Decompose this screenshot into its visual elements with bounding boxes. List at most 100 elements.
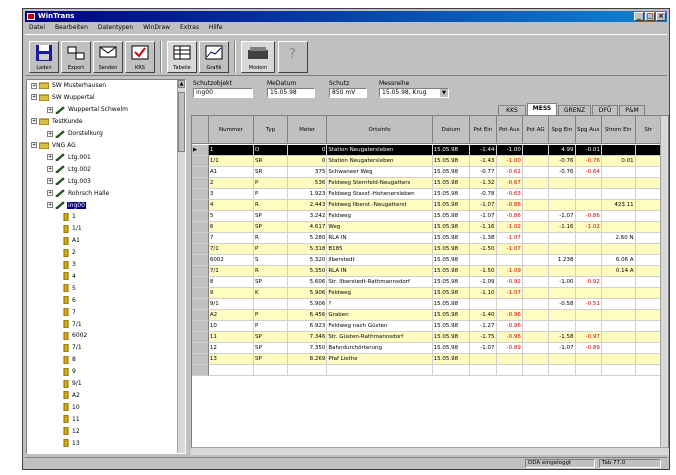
cell-ortsinfo-3[interactable]: Feldweg Stassf.-Hohenerxleben: [327, 189, 433, 200]
cell-pot-aus-6[interactable]: -0.96: [496, 332, 523, 343]
cell-spg-ein-8[interactable]: -1.58: [549, 332, 576, 343]
cell-datum-4[interactable]: 15.05.98: [432, 211, 471, 222]
cell-spg-aus-9[interactable]: -0.51: [575, 299, 602, 310]
cell-meter-2[interactable]: 6.456: [287, 310, 328, 321]
cell-str-11[interactable]: [635, 299, 662, 310]
cell-typ-1[interactable]: [254, 299, 288, 310]
cell-datum-4[interactable]: 15.05.98: [432, 354, 471, 365]
tab-mess[interactable]: MESS: [527, 103, 557, 115]
cell-nummer-0[interactable]: 7: [208, 233, 255, 244]
cell-str-11[interactable]: [635, 156, 662, 167]
cell-ortsinfo-3[interactable]: Feldweg nach Güsten: [327, 321, 433, 332]
cell-datum-4[interactable]: 15.05.98: [432, 244, 471, 255]
minimize-button[interactable]: _: [634, 12, 644, 21]
cell-pot-ag-7[interactable]: [522, 255, 550, 266]
row-indicator[interactable]: [192, 255, 209, 266]
cell-pot-ein-5[interactable]: -1.50: [470, 266, 497, 277]
tree-node[interactable]: 1/1: [63, 224, 83, 233]
cell-spg-aus-9[interactable]: -0.01: [575, 145, 602, 156]
cell-nummer-0[interactable]: 1/1: [208, 156, 255, 167]
cell-pot-ein-5[interactable]: -1.07: [470, 211, 497, 222]
expand-toggle-icon[interactable]: +: [47, 202, 53, 208]
tree-node[interactable]: 7: [63, 308, 77, 317]
cell-pot-aus-6[interactable]: [496, 354, 523, 365]
row-indicator[interactable]: ▶: [192, 145, 209, 156]
row-indicator[interactable]: [192, 222, 209, 233]
tree-node[interactable]: + Ltg.003: [47, 177, 92, 186]
cell-spg-ein-8[interactable]: -1.07: [549, 211, 576, 222]
help-button[interactable]: ?: [278, 41, 308, 73]
cell-pot-ag-7[interactable]: [522, 354, 550, 365]
cell-datum-4[interactable]: 15.05.98: [432, 321, 471, 332]
cell-pot-ag-7[interactable]: [522, 277, 550, 288]
cell-pot-ein-5[interactable]: -1.07: [470, 343, 497, 354]
cell-spg-ein-8[interactable]: [549, 321, 576, 332]
cell-typ-1[interactable]: SR: [254, 156, 288, 167]
cell-strom-ein-10[interactable]: [601, 244, 636, 255]
cell-nummer-0[interactable]: [208, 365, 255, 376]
cell-typ-1[interactable]: SP: [254, 222, 288, 233]
cell-pot-ein-5[interactable]: [470, 354, 497, 365]
cell-strom-ein-10[interactable]: [601, 343, 636, 354]
schutz-field[interactable]: 850 mV: [329, 88, 367, 98]
tree-node[interactable]: + SW Wuppertal: [31, 94, 96, 102]
cell-str-11[interactable]: [635, 365, 662, 376]
cell-meter-2[interactable]: 2.443: [287, 200, 328, 211]
cell-pot-aus-6[interactable]: -0.86: [496, 200, 523, 211]
cell-ortsinfo-3[interactable]: Station Neugatersleben: [327, 145, 433, 156]
scroll-thumb[interactable]: [178, 92, 185, 152]
cell-ortsinfo-3[interactable]: Weg: [327, 222, 433, 233]
cell-pot-aus-6[interactable]: [496, 299, 523, 310]
cell-pot-ag-7[interactable]: [522, 244, 550, 255]
cell-nummer-0[interactable]: 4: [208, 200, 255, 211]
column-header-typ-2[interactable]: Typ: [254, 116, 288, 144]
cell-strom-ein-10[interactable]: [601, 178, 636, 189]
tree-node[interactable]: + Dorstelkurg: [47, 129, 104, 138]
table-row[interactable]: 13 SP 8.269 Pfaf Liethe 15.05.98: [192, 354, 668, 365]
cell-typ-1[interactable]: P: [254, 244, 288, 255]
cell-pot-aus-6[interactable]: [496, 255, 523, 266]
cell-pot-ag-7[interactable]: [522, 343, 550, 354]
column-header-spg-aus-10[interactable]: Spg Aus: [575, 116, 602, 144]
cell-ortsinfo-3[interactable]: Graben: [327, 310, 433, 321]
grafik-button[interactable]: Grafik: [199, 41, 229, 73]
cell-nummer-0[interactable]: 1: [208, 145, 255, 156]
cell-typ-1[interactable]: R: [254, 200, 288, 211]
cell-strom-ein-10[interactable]: [601, 211, 636, 222]
tree-node[interactable]: + Wuppertal Schwelm: [47, 106, 129, 114]
tree-node[interactable]: 9/1: [63, 379, 83, 388]
row-indicator[interactable]: [192, 299, 209, 310]
column-header-strom-ein-11[interactable]: Strom Ein: [601, 116, 636, 144]
chevron-down-icon[interactable]: ▼: [440, 89, 448, 97]
cell-str-11[interactable]: [635, 211, 662, 222]
cell-pot-ein-5[interactable]: -1.38: [470, 233, 497, 244]
cell-ortsinfo-3[interactable]: [327, 365, 433, 376]
table-row[interactable]: 7/1 P 5.318 B185 15.05.98 -1.50 -1.07: [192, 244, 668, 255]
row-indicator[interactable]: [192, 277, 209, 288]
row-indicator[interactable]: [192, 178, 209, 189]
cell-ortsinfo-3[interactable]: RLA IN: [327, 266, 433, 277]
menu-item-datei[interactable]: Datei: [29, 24, 45, 31]
krs-button[interactable]: KRS: [125, 41, 155, 73]
row-indicator[interactable]: [192, 365, 209, 376]
table-row[interactable]: ▶ 1 D 0 Station Neugatersleben 15.05.98 -1.44-…: [192, 145, 668, 156]
cell-str-11[interactable]: [635, 277, 662, 288]
tree-node[interactable]: + Ltg.002: [47, 165, 92, 174]
row-indicator[interactable]: [192, 332, 209, 343]
cell-pot-ag-7[interactable]: [522, 365, 550, 376]
cell-spg-aus-9[interactable]: -0.64: [575, 167, 602, 178]
cell-strom-ein-10[interactable]: [601, 332, 636, 343]
cell-str-11[interactable]: [635, 321, 662, 332]
cell-datum-4[interactable]: 15.05.98: [432, 310, 471, 321]
cell-spg-ein-8[interactable]: [549, 189, 576, 200]
column-header-pot-ein-6[interactable]: Pot Ein: [470, 116, 497, 144]
cell-spg-aus-9[interactable]: [575, 255, 602, 266]
cell-strom-ein-10[interactable]: [601, 310, 636, 321]
cell-ortsinfo-3[interactable]: Schwaneer Weg: [327, 167, 433, 178]
cell-meter-2[interactable]: 8.269: [287, 354, 328, 365]
cell-spg-ein-8[interactable]: [549, 365, 576, 376]
cell-strom-ein-10[interactable]: 6.06 A: [601, 255, 636, 266]
cell-strom-ein-10[interactable]: [601, 189, 636, 200]
close-button[interactable]: ×: [656, 12, 666, 21]
menu-item-datentypen[interactable]: Datentypen: [98, 24, 133, 31]
